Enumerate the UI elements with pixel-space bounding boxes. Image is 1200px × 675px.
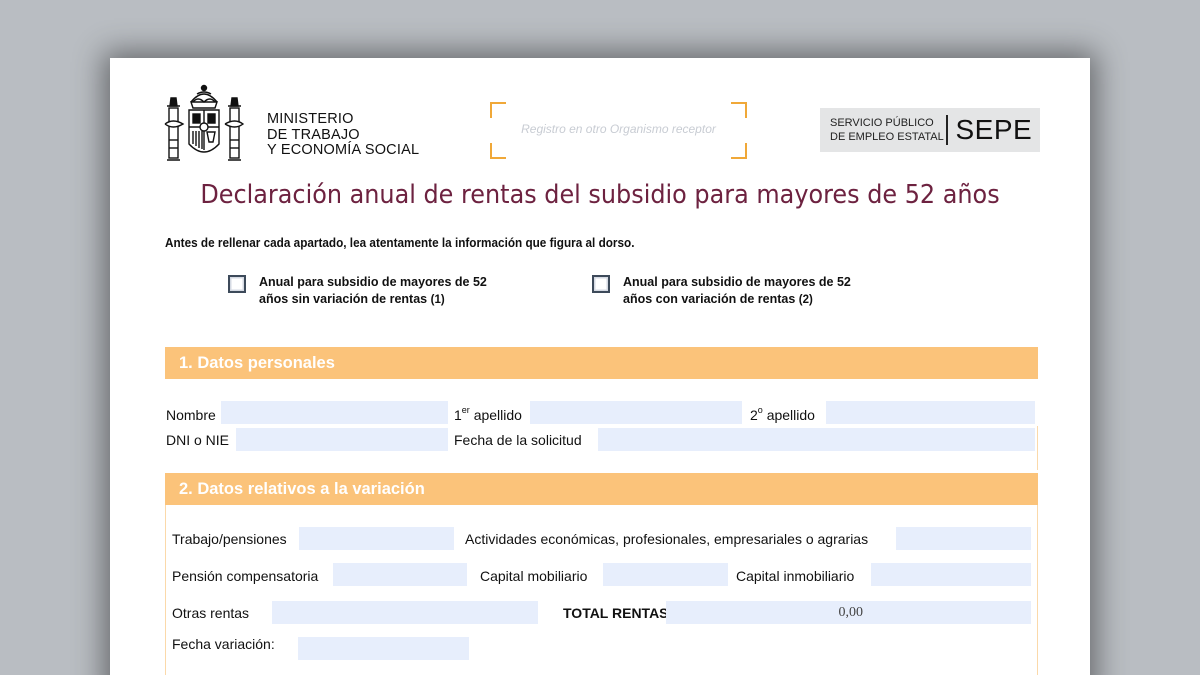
capital-mobiliario-input[interactable] <box>603 563 728 586</box>
option-sin-variacion-line2: años sin variación de rentas <box>259 292 428 306</box>
sepe-service-line-2: DE EMPLEO ESTATAL <box>830 131 944 143</box>
apellido2-input[interactable] <box>826 401 1035 424</box>
registry-corner-tl <box>490 102 506 118</box>
option-con-variacion-line1: Anual para subsidio de mayores de 52 <box>623 275 851 289</box>
trabajo-input[interactable] <box>299 527 454 550</box>
ministry-line-2: DE TRABAJO <box>267 126 360 143</box>
instructions-text: Antes de rellenar cada apartado, lea ate… <box>165 236 635 250</box>
apellido2-label-prefix: 2 <box>750 407 758 423</box>
nombre-label: Nombre <box>166 407 216 423</box>
option-con-variacion[interactable]: Anual para subsidio de mayores de 52 año… <box>592 274 885 309</box>
apellido1-input[interactable] <box>530 401 742 424</box>
registry-placeholder: Registro en otro Organismo receptor <box>521 122 716 136</box>
checkbox-sin-variacion[interactable] <box>228 275 246 293</box>
option-sin-variacion[interactable]: Anual para subsidio de mayores de 52 año… <box>228 274 521 309</box>
registry-corner-bl <box>490 143 506 159</box>
fecha-variacion-input[interactable] <box>298 637 469 660</box>
apellido1-label: 1er apellido <box>454 405 522 423</box>
capital-inmobiliario-input[interactable] <box>871 563 1031 586</box>
pension-input[interactable] <box>333 563 467 586</box>
coat-of-arms-icon <box>164 84 245 161</box>
pension-label: Pensión compensatoria <box>172 568 319 584</box>
capital-mobiliario-label: Capital mobiliario <box>480 568 588 584</box>
sepe-divider <box>946 115 948 145</box>
ministry-name: MINISTERIO DE TRABAJO Y ECONOMÍA SOCIAL <box>267 111 420 159</box>
trabajo-label: Trabajo/pensiones <box>172 531 287 547</box>
apellido1-label-suffix: apellido <box>469 407 522 423</box>
option-sin-variacion-label: Anual para subsidio de mayores de 52 año… <box>259 274 521 309</box>
option-sin-variacion-note: (1) <box>430 294 445 306</box>
fecha-variacion-label: Fecha variación: <box>172 636 275 652</box>
option-con-variacion-label: Anual para subsidio de mayores de 52 año… <box>623 274 885 309</box>
otras-rentas-label: Otras rentas <box>172 605 250 621</box>
nombre-input[interactable] <box>221 401 448 424</box>
sepe-acronym: SEPE <box>955 114 1033 145</box>
fecha-solicitud-input[interactable] <box>598 428 1035 451</box>
section-datos-variacion-header: 2. Datos relativos a la variación <box>165 473 1038 505</box>
total-rentas-field <box>666 601 1031 624</box>
registry-corner-br <box>731 143 747 159</box>
registry-stamp-box: Registro en otro Organismo receptor <box>490 102 747 159</box>
option-con-variacion-note: (2) <box>798 294 813 306</box>
registry-corner-tr <box>731 102 747 118</box>
option-sin-variacion-line1: Anual para subsidio de mayores de 52 <box>259 275 487 289</box>
apellido2-label-sup: o <box>757 405 763 415</box>
section-datos-personales-header: 1. Datos personales <box>165 347 1038 379</box>
apellido2-label-suffix: apellido <box>762 407 815 423</box>
fecha-solicitud-label: Fecha de la solicitud <box>454 432 582 448</box>
sepe-logo: SERVICIO PÚBLICO DE EMPLEO ESTATAL SEPE <box>820 108 1040 152</box>
form-page: MINISTERIO DE TRABAJO Y ECONOMÍA SOCIAL … <box>110 58 1090 675</box>
actividades-label: Actividades económicas, profesionales, e… <box>465 531 869 547</box>
ministry-line-1: MINISTERIO <box>267 111 354 127</box>
option-con-variacion-line2: años con variación de rentas <box>623 292 796 306</box>
sepe-service-line-1: SERVICIO PÚBLICO <box>830 117 934 129</box>
otras-rentas-input[interactable] <box>272 601 538 624</box>
actividades-input[interactable] <box>896 527 1031 550</box>
page-title: Declaración anual de rentas del subsidio… <box>200 180 1000 210</box>
sepe-service-name: SERVICIO PÚBLICO DE EMPLEO ESTATAL <box>820 116 944 144</box>
dni-label: DNI o NIE <box>166 432 230 448</box>
capital-inmobiliario-label: Capital inmobiliario <box>736 568 855 584</box>
ministry-line-3: Y ECONOMÍA SOCIAL <box>267 142 420 158</box>
checkbox-con-variacion[interactable] <box>592 275 610 293</box>
total-rentas-label: TOTAL RENTAS <box>563 605 669 621</box>
apellido1-label-prefix: 1 <box>454 407 462 423</box>
apellido2-label: 2o apellido <box>750 405 815 423</box>
apellido1-label-sup: er <box>461 405 470 415</box>
dni-input[interactable] <box>236 428 448 451</box>
